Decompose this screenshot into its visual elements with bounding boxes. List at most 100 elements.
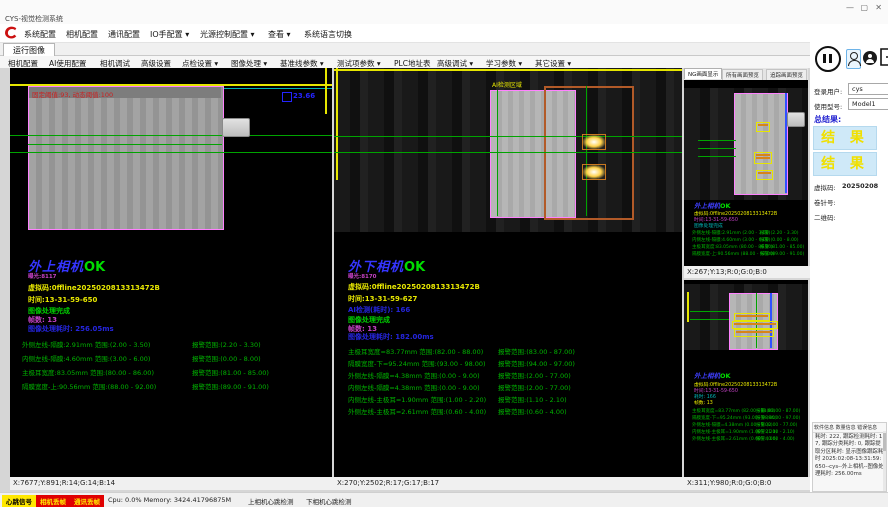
measure-line-green (334, 136, 682, 137)
result-ok-badge: OK (720, 202, 731, 210)
done-text: 图像处理完成 (694, 222, 723, 229)
status-bar: 心跳信号 相机丢帧 通讯丢帧 Cpu: 0.0% Memory: 3424.41… (0, 492, 888, 507)
measurement-value: 外侧左线-主极耳=2.61mm 范围:(0.60 - 4.00) (348, 406, 486, 416)
camera-view-lower[interactable]: AI检测区域 外下相机OK 曝光:8170 虚拟码:0ffline2025020… (334, 68, 682, 477)
camera-result-title: 外上相机OK (694, 370, 731, 380)
pause-icon (823, 54, 826, 63)
ai-elapsed-text: AI检测(耗时): 166 (348, 305, 410, 315)
measurement-row: 内侧左线-主极耳=1.90mm 范围:(1.00 - 2.20) 报警范围:(1… (348, 394, 664, 404)
menu-item-comm[interactable]: 通讯配置 (108, 29, 140, 40)
app-title: CYS-视觉检测系统 (5, 14, 63, 24)
comm-lost-badge: 通讯丢帧 (70, 495, 104, 507)
measurement-row: 内侧左线-主极耳=1.90mm (1.00 - 2.20) 报警:(1.10 -… (692, 429, 804, 436)
user-switch-button[interactable] (846, 49, 861, 69)
alarm-range: 报警范围:(89.00 - 91.00) (192, 381, 269, 391)
alarm-range: 报警:(2.20 - 3.30) (760, 230, 799, 236)
total-result-label: 总结果: (814, 114, 841, 125)
small-view-2[interactable]: 外上相机OK 虚拟码:0ffline2025020813313472B 时间:1… (684, 280, 808, 477)
small-view-tabstrip: NG画面显示 所有画面预览 追踪画面预览 (684, 68, 808, 80)
close-icon[interactable]: ✕ (875, 3, 882, 12)
measurement-value: 内侧左线-主极耳=1.90mm 范围:(1.00 - 2.20) (348, 394, 486, 404)
alarm-range: 报警范围:(0.60 - 4.00) (498, 406, 567, 416)
measurement-row: 外侧左线-主极耳=2.61mm 范围:(0.60 - 4.00) 报警范围:(0… (348, 406, 664, 416)
threshold-band: 固定阈值:93, 动态阈值:100 (29, 87, 221, 98)
login-user-field[interactable]: cys (848, 83, 888, 95)
measurement-row: 主极耳宽度:83.05mm 范围:(80.00 - 86.00) 报警范围:(8… (22, 367, 332, 377)
info-scrollbar[interactable] (883, 431, 886, 491)
menu-item-camera[interactable]: 相机配置 (66, 29, 98, 40)
pixel-coords-small-1: X:267;Y:13;R:0;G:0;B:0 (684, 266, 811, 278)
measurement-row: 主极耳宽度:83.05mm (80.00 - 86.00) 报警:(81.00 … (692, 244, 804, 251)
time-text: 时间:13-31-59-650 (28, 295, 97, 305)
menu-item-view[interactable]: 查看 ▾ (268, 29, 291, 40)
roi-box (734, 329, 774, 337)
measure-line-green (698, 140, 736, 141)
alarm-range: 报警范围:(83.00 - 87.00) (498, 346, 575, 356)
menu-item-io[interactable]: IO手配置 ▾ (150, 29, 189, 40)
info-scrollbar-thumb[interactable] (883, 433, 886, 451)
threshold-overlay-text: 固定阈值:93, 动态阈值:100 (32, 89, 113, 99)
title-bar: CYS-视觉检测系统 — ▢ ✕ (0, 0, 888, 24)
ruler-line-yellow-vertical (336, 68, 338, 180)
exposure-text: 曝光:8117 (28, 272, 57, 280)
tab-run-image[interactable]: 运行图像 (3, 43, 55, 57)
menu-item-language[interactable]: 系统语言切换 (304, 29, 352, 40)
pause-icon (829, 54, 832, 63)
alarm-range: 报警:(89.00 - 91.00) (760, 251, 804, 257)
user-dark-button[interactable] (863, 51, 877, 65)
cpu-memory-text: Cpu: 0.0% Memory: 3424.41796875M (108, 496, 231, 504)
pixel-coords-lower: X:270;Y:2502;R:17;G:17;B:17 (334, 477, 685, 490)
menu-item-light[interactable]: 光源控制配置 ▾ (200, 29, 255, 40)
tab-strip: 运行图像 (0, 43, 810, 56)
measurement-row: 隔膜宽度-上:90.56mm (88.00 - 92.00) 报警:(89.00… (692, 251, 804, 258)
menu-item-system[interactable]: 系统配置 (24, 29, 56, 40)
weld-flare-image (582, 134, 606, 150)
weld-flare-image (582, 164, 606, 180)
result-box-2: 结 果 (813, 152, 877, 176)
alarm-range: 报警范围:(2.00 - 77.00) (498, 382, 571, 392)
app-logo-icon (3, 25, 20, 41)
alarm-range: 报警范围:(81.00 - 85.00) (192, 367, 269, 377)
measurement-value: 内侧左线-隔膜:4.60mm 范围:(3.00 - 6.00) (22, 353, 150, 363)
measure-line-blue-vertical (785, 93, 787, 193)
measurement-value: 外侧左线-隔膜:2.91mm (2.00 - 3.50) (692, 230, 770, 236)
measurement-row: 内侧左线-隔膜:4.60mm 范围:(3.00 - 6.00) 报警范围:(0.… (22, 353, 332, 363)
measure-line-green (690, 319, 729, 320)
measurement-value: 内侧左线-隔膜:4.60mm (3.00 - 6.00) (692, 237, 770, 243)
result-ok-badge: OK (720, 372, 731, 380)
measurement-value: 外侧左线-隔膜:2.91mm 范围:(2.00 - 3.50) (22, 339, 150, 349)
measure-line-green-vertical (497, 90, 498, 216)
alarm-range: 报警范围:(2.20 - 3.30) (192, 339, 261, 349)
measure-line-green-vertical (586, 86, 587, 216)
alarm-range: 报警:(81.00 - 85.00) (760, 244, 804, 250)
vcode-label: 虚拟码: (814, 182, 836, 192)
app: CYS-视觉检测系统 — ▢ ✕ 系统配置 相机配置 通讯配置 IO手配置 ▾ … (0, 0, 888, 522)
measurement-value: 内侧左线-隔膜=4.38mm 范围:(0.00 - 9.00) (348, 382, 480, 392)
camera-view-upper[interactable]: 固定阈值:93, 动态阈值:100 23.66 外上相机OK 曝光:8117 虚… (10, 68, 332, 477)
needle-label: 卷针号: (814, 197, 836, 207)
info-panel-text: 耗时: 222, 跟踪检测耗时: 17, 跟踪分类耗时: 0, 跟踪提取分区耗时… (813, 433, 886, 479)
alarm-range: 报警范围:(0.00 - 8.00) (192, 353, 261, 363)
exit-button[interactable] (879, 48, 888, 66)
minimize-icon[interactable]: — (846, 3, 854, 12)
roi-box (754, 152, 772, 164)
exposure-text: 曝光:8170 (348, 272, 377, 280)
maximize-icon[interactable]: ▢ (860, 3, 868, 12)
measure-line-green (10, 135, 332, 136)
login-user-label: 登录用户: (814, 86, 842, 96)
measurement-row: 外侧左线-隔膜:2.91mm (2.00 - 3.50) 报警:(2.20 - … (692, 230, 804, 237)
measurement-row: 外侧左线-主极耳=2.61mm (0.60 - 4.00) 报警:(0.60 -… (692, 436, 804, 443)
lower-heartbeat-text: 下相机心跳检测 (306, 496, 352, 506)
vcode-value: 20250208 (842, 182, 878, 190)
info-panel-tabs[interactable]: 软件信息 数量信息 错误信息 (813, 423, 886, 433)
model-field[interactable]: Model1 (848, 98, 888, 110)
measure-line-green (698, 156, 736, 157)
pixel-coords-small-2: X:311;Y:980;R:0;G:0;B:0 (684, 477, 811, 490)
tab-ng-display[interactable]: NG画面显示 (684, 68, 722, 79)
small-view-1[interactable]: 外上相机OK 虚拟码:0ffline2025020813313472B 时间:1… (684, 80, 808, 266)
ruler-line-yellow-vertical (325, 68, 327, 114)
pause-button[interactable] (815, 46, 841, 72)
user-icon (868, 54, 872, 58)
pixel-coords-upper: X:7677;Y:891;R:14;G:14;B:14 (10, 477, 335, 490)
alarm-range: 报警范围:(2.00 - 77.00) (498, 370, 571, 380)
